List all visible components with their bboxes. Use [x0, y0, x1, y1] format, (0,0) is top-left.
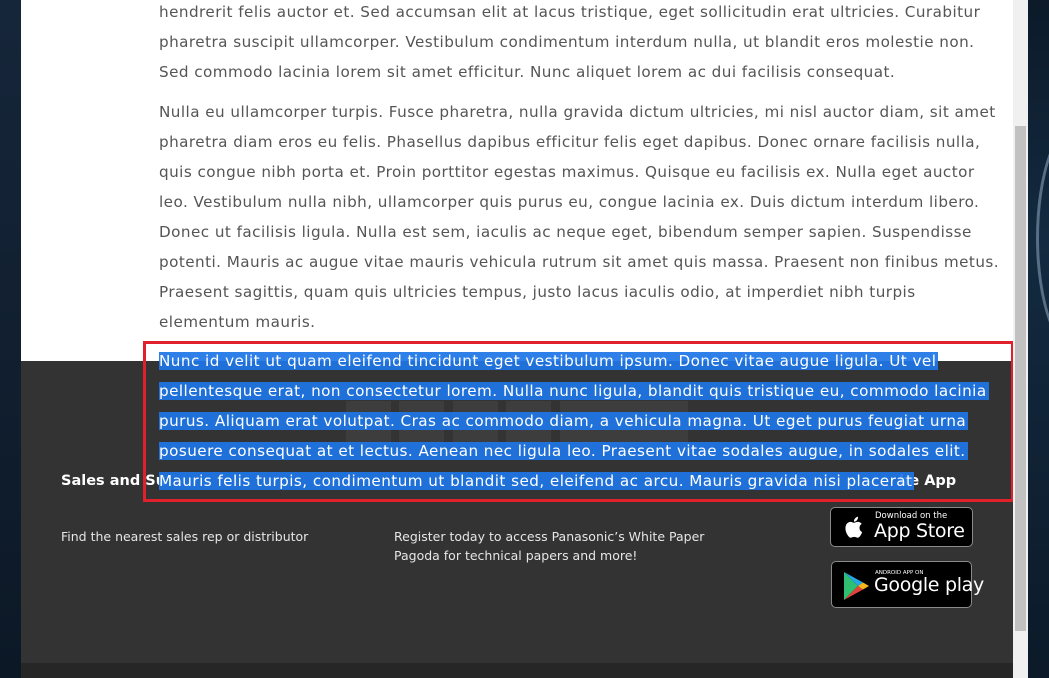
desktop-ring-shape	[1036, 120, 1049, 356]
article-paragraph: Nulla eu ullamcorper turpis. Fusce phare…	[159, 103, 1000, 331]
app-store-button[interactable]: Download on the App Store	[830, 507, 973, 547]
selected-text-line: purus. Aliquam erat volutpat. Cras ac co…	[159, 412, 969, 430]
sales-support-heading: Sales and Su	[61, 473, 167, 489]
selected-text-line: pellentesque erat, non consectetur lorem…	[159, 382, 989, 400]
google-play-button[interactable]: ANDROID APP ON Google play	[831, 561, 984, 608]
vertical-scrollbar[interactable]	[1013, 0, 1028, 678]
article-paragraph: hendrerit felis auctor et. Sed accumsan …	[159, 3, 981, 81]
scrollbar-thumb[interactable]	[1015, 126, 1026, 631]
selected-text-line: posuere consequat at et lectus. Aenean n…	[159, 442, 968, 460]
selected-text-line: Nunc id velit ut quam eleifend tincidunt…	[159, 352, 939, 370]
footer-bottom-bar	[21, 663, 1013, 678]
desktop-background	[1028, 0, 1049, 678]
google-play-icon	[844, 572, 869, 600]
apple-icon	[845, 516, 863, 538]
selected-text-line: Mauris felis turpis, condimentum ut blan…	[159, 472, 915, 490]
web-page: hendrerit felis auctor et. Sed accumsan …	[21, 0, 1013, 678]
app-store-label: App Store	[874, 520, 965, 542]
window-left-edge	[0, 0, 21, 678]
selected-paragraph: Nunc id velit ut quam eleifend tincidunt…	[159, 346, 1009, 496]
google-play-label: Google play	[874, 574, 984, 596]
sales-rep-link[interactable]: Find the nearest sales rep or distributo…	[61, 527, 361, 546]
white-paper-link[interactable]: Register today to access Panasonic’s Whi…	[394, 527, 724, 565]
